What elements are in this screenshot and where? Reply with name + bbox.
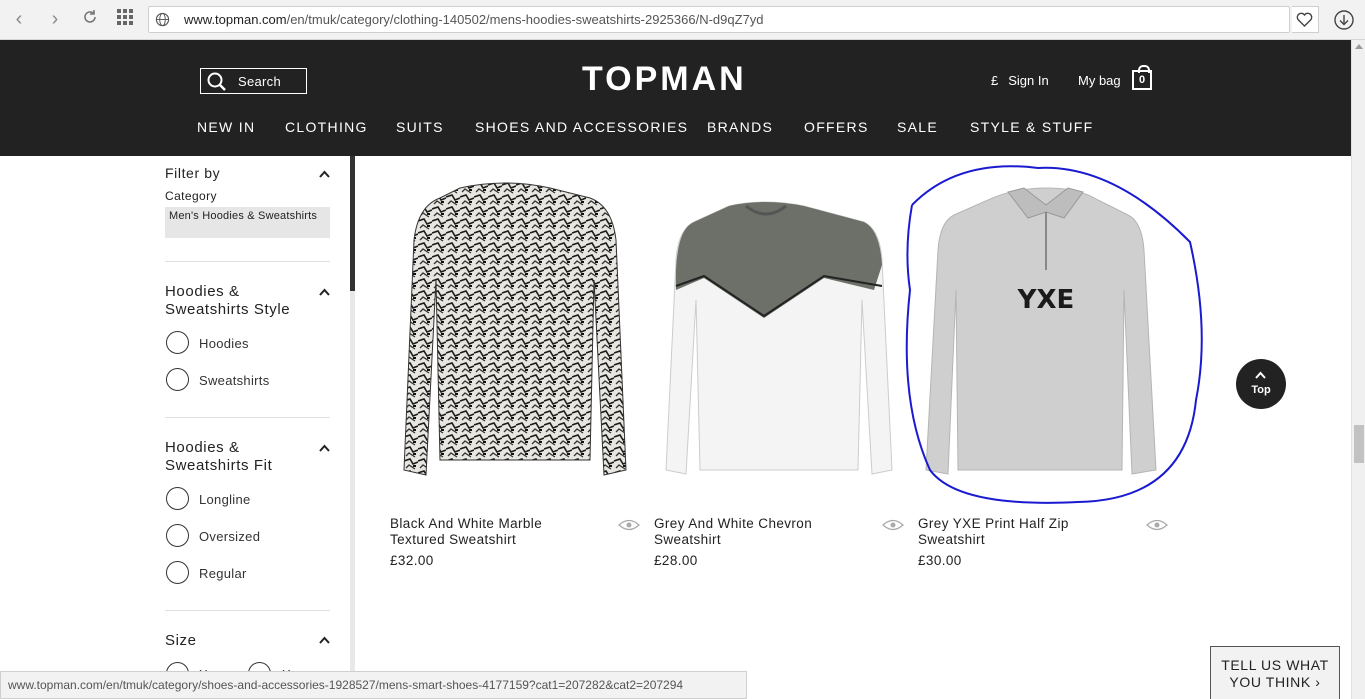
nav-sale[interactable]: SALE bbox=[897, 119, 938, 135]
nav-new-in[interactable]: NEW IN bbox=[197, 119, 255, 135]
search-icon bbox=[207, 72, 226, 91]
product-image[interactable] bbox=[654, 170, 904, 500]
chevron-up-icon[interactable] bbox=[319, 444, 330, 452]
radio-longline[interactable] bbox=[166, 487, 189, 510]
sidebar-scrollbar[interactable] bbox=[350, 156, 355, 699]
nav-shoes-and-accessories[interactable]: SHOES AND ACCESSORIES bbox=[475, 119, 688, 135]
chevron-up-icon[interactable] bbox=[319, 636, 330, 644]
back-to-top-button[interactable]: Top bbox=[1236, 359, 1286, 409]
apps-grid-icon[interactable] bbox=[114, 8, 136, 30]
favorite-heart-icon[interactable] bbox=[1292, 6, 1319, 33]
chevron-up-icon[interactable] bbox=[319, 288, 330, 296]
product-image[interactable]: YXE bbox=[905, 165, 1203, 504]
feedback-button[interactable]: TELL US WHAT YOU THINK › bbox=[1210, 646, 1340, 699]
globe-icon bbox=[155, 12, 170, 27]
site-header: Search TOPMAN £ Sign In My bag 0 NEW IN C… bbox=[0, 40, 1351, 156]
option-hoodies-label[interactable]: Hoodies bbox=[199, 336, 249, 351]
product-price: £30.00 bbox=[918, 553, 962, 568]
page-scrollbar[interactable] bbox=[1351, 40, 1365, 699]
nav-offers[interactable]: OFFERS bbox=[804, 119, 869, 135]
chevron-up-icon[interactable] bbox=[319, 170, 330, 178]
quick-view-eye-icon[interactable] bbox=[1146, 518, 1168, 532]
page-scroll-thumb[interactable] bbox=[1354, 425, 1364, 463]
sign-in-label[interactable]: Sign In bbox=[1008, 73, 1048, 88]
nav-style-and-stuff[interactable]: STYLE & STUFF bbox=[970, 119, 1093, 135]
product-card[interactable]: YXE Grey YXE Print Half Zip Sweatshirt £… bbox=[905, 165, 1203, 580]
quick-view-eye-icon[interactable] bbox=[882, 518, 904, 532]
bag-icon[interactable]: 0 bbox=[1132, 65, 1152, 90]
product-card[interactable]: Black And White Marble Textured Sweatshi… bbox=[390, 170, 640, 580]
radio-oversized[interactable] bbox=[166, 524, 189, 547]
filter-sidebar: Filter by Category Men's Hoodies & Sweat… bbox=[165, 156, 331, 699]
chevron-up-icon bbox=[1255, 371, 1266, 379]
product-price: £32.00 bbox=[390, 553, 434, 568]
product-card[interactable]: Grey And White Chevron Sweatshirt £28.00 bbox=[654, 170, 904, 580]
option-regular-label[interactable]: Regular bbox=[199, 566, 247, 581]
url-text: www.topman.com/en/tmuk/category/clothing… bbox=[184, 12, 764, 27]
selected-category-chip[interactable]: Men's Hoodies & Sweatshirts bbox=[165, 207, 330, 238]
main-nav: NEW IN CLOTHING SUITS SHOES AND ACCESSOR… bbox=[0, 119, 1351, 139]
back-to-top-label: Top bbox=[1251, 384, 1271, 396]
radio-regular[interactable] bbox=[166, 561, 189, 584]
topman-logo[interactable]: TOPMAN bbox=[582, 60, 747, 99]
download-icon[interactable] bbox=[1333, 9, 1355, 31]
forward-icon[interactable]: › bbox=[44, 8, 66, 30]
search-label: Search bbox=[238, 74, 281, 89]
sidebar-scroll-thumb[interactable] bbox=[350, 156, 355, 291]
product-name[interactable]: Grey YXE Print Half Zip Sweatshirt bbox=[918, 516, 1118, 548]
style-group-title[interactable]: Hoodies & Sweatshirts Style bbox=[165, 283, 315, 319]
product-image[interactable] bbox=[390, 170, 640, 500]
nav-suits[interactable]: SUITS bbox=[396, 119, 444, 135]
reload-icon[interactable] bbox=[79, 8, 101, 30]
scroll-up-arrow-icon[interactable] bbox=[1355, 44, 1363, 49]
divider bbox=[165, 610, 330, 611]
link-status-bar: www.topman.com/en/tmuk/category/shoes-an… bbox=[0, 671, 747, 699]
currency-selector[interactable]: £ bbox=[991, 73, 998, 88]
nav-brands[interactable]: BRANDS bbox=[707, 119, 773, 135]
divider bbox=[165, 417, 330, 418]
search-button[interactable]: Search bbox=[200, 68, 307, 94]
browser-toolbar: ‹ › www.topman.com/en/tmuk/category/clot… bbox=[0, 0, 1365, 40]
product-print-text: YXE bbox=[1017, 285, 1075, 315]
address-bar[interactable]: www.topman.com/en/tmuk/category/clothing… bbox=[148, 6, 1290, 33]
option-longline-label[interactable]: Longline bbox=[199, 492, 251, 507]
product-price: £28.00 bbox=[654, 553, 698, 568]
divider bbox=[165, 261, 330, 262]
option-oversized-label[interactable]: Oversized bbox=[199, 529, 260, 544]
sign-in-link[interactable]: £ Sign In bbox=[991, 73, 1049, 88]
back-icon[interactable]: ‹ bbox=[8, 8, 30, 30]
product-name[interactable]: Grey And White Chevron Sweatshirt bbox=[654, 516, 854, 548]
option-sweatshirts-label[interactable]: Sweatshirts bbox=[199, 373, 270, 388]
my-bag-link[interactable]: My bag bbox=[1078, 73, 1121, 88]
filter-title: Filter by bbox=[165, 165, 221, 181]
category-label: Category bbox=[165, 189, 217, 203]
product-name[interactable]: Black And White Marble Textured Sweatshi… bbox=[390, 516, 590, 548]
radio-sweatshirts[interactable] bbox=[166, 368, 189, 391]
size-group-title[interactable]: Size bbox=[165, 632, 197, 650]
nav-clothing[interactable]: CLOTHING bbox=[285, 119, 368, 135]
quick-view-eye-icon[interactable] bbox=[618, 518, 640, 532]
fit-group-title[interactable]: Hoodies & Sweatshirts Fit bbox=[165, 439, 305, 475]
radio-hoodies[interactable] bbox=[166, 331, 189, 354]
